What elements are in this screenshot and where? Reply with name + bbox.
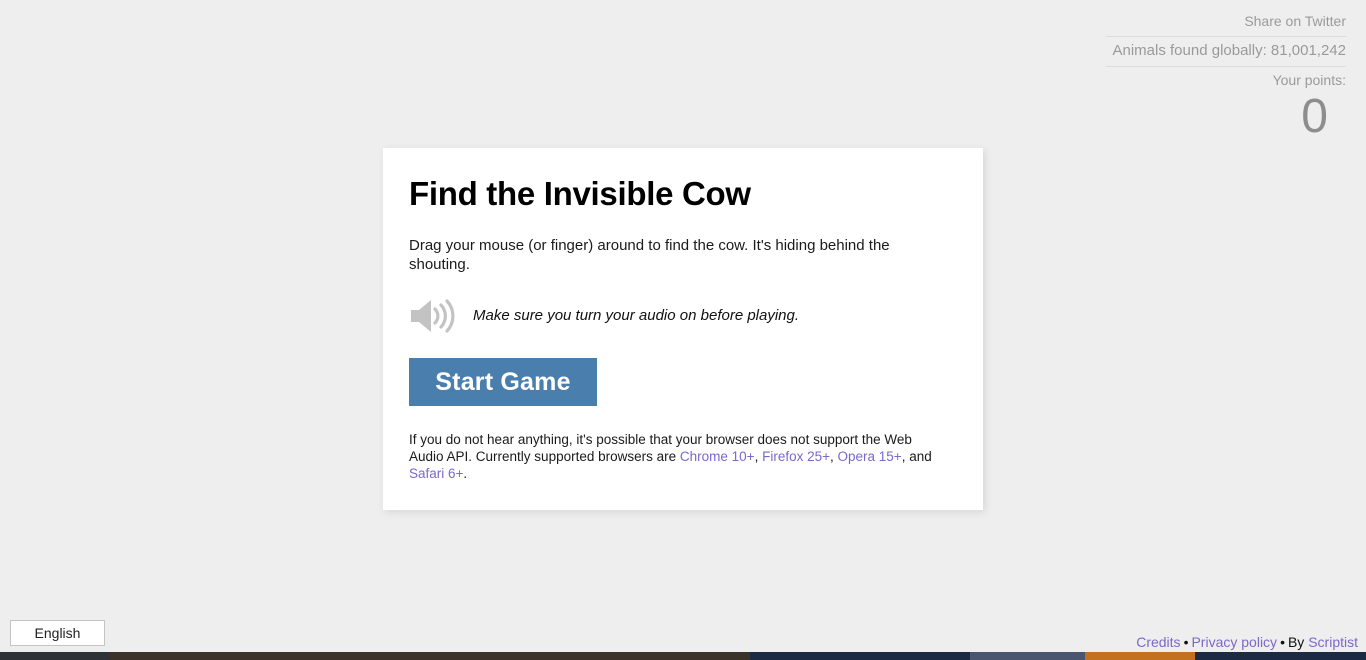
taskbar-segment-4	[1085, 652, 1195, 660]
footer-separator-2: •	[1280, 634, 1285, 650]
browser-note-sep-2: ,	[830, 449, 838, 464]
animals-found-counter: Animals found globally: 81,001,242	[1106, 37, 1346, 67]
browser-note-end: .	[463, 466, 468, 481]
browser-support-note: If you do not hear anything, it's possib…	[409, 431, 949, 482]
taskbar-segment-5	[1195, 652, 1366, 660]
page-title: Find the Invisible Cow	[409, 175, 751, 212]
taskbar-segment-3	[970, 652, 1085, 660]
share-row: Share on Twitter	[1106, 10, 1346, 37]
intro-card: Find the Invisible Cow Drag your mouse (…	[383, 148, 983, 510]
author-link[interactable]: Scriptist	[1308, 634, 1358, 650]
firefox-support-link[interactable]: Firefox 25+	[762, 449, 830, 464]
your-points-label: Your points:	[1272, 72, 1346, 88]
start-game-button[interactable]: Start Game	[409, 358, 597, 406]
browser-note-sep-3: , and	[901, 449, 932, 464]
opera-support-link[interactable]: Opera 15+	[838, 449, 902, 464]
audio-notice-row: Make sure you turn your audio on before …	[409, 296, 955, 336]
speaker-icon	[409, 296, 461, 336]
chrome-support-link[interactable]: Chrome 10+	[680, 449, 755, 464]
privacy-policy-link[interactable]: Privacy policy	[1191, 634, 1277, 650]
game-description: Drag your mouse (or finger) around to fi…	[409, 237, 890, 273]
browser-note-sep-1: ,	[754, 449, 763, 464]
stats-panel: Share on Twitter Animals found globally:…	[1106, 0, 1366, 143]
taskbar-segment-1	[110, 652, 750, 660]
footer-links: Credits • Privacy policy • By Scriptist	[1136, 633, 1358, 651]
footer-by-text: By	[1287, 634, 1305, 650]
audio-notice-text: Make sure you turn your audio on before …	[473, 307, 800, 324]
your-points-value: 0	[1301, 90, 1328, 143]
credits-link[interactable]: Credits	[1136, 634, 1180, 650]
taskbar-segment-2	[750, 652, 970, 660]
os-taskbar-strip	[0, 652, 1366, 660]
footer-separator-1: •	[1183, 634, 1189, 650]
share-on-twitter-link[interactable]: Share on Twitter	[1244, 13, 1346, 29]
taskbar-segment-0	[0, 652, 110, 660]
safari-support-link[interactable]: Safari 6+	[409, 466, 463, 481]
language-selector[interactable]: English	[10, 620, 105, 646]
